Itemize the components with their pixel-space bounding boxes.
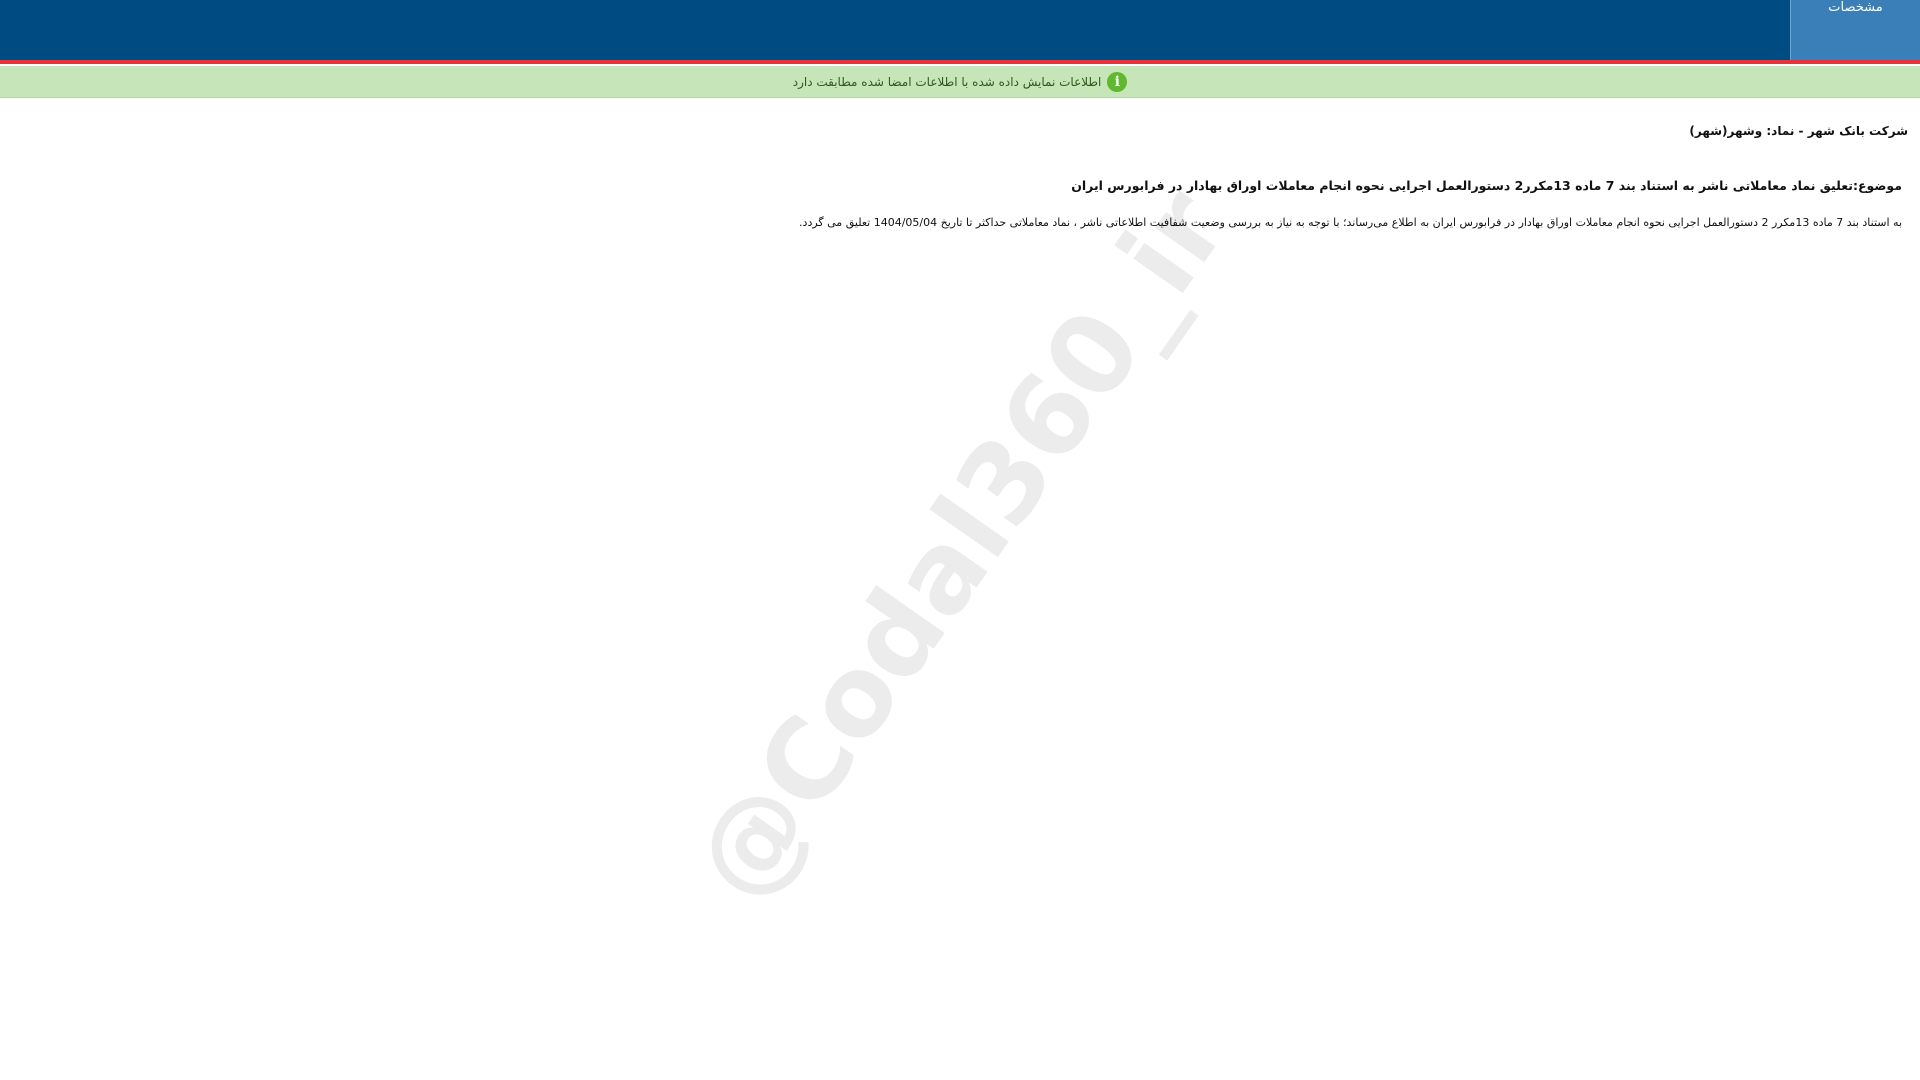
info-icon: i [1107, 71, 1128, 92]
verification-notice: i اطلاعات نمایش داده شده با اطلاعات امضا… [0, 66, 1920, 98]
company-symbol-line: شرکت بانک شهر - نماد: وشهر(شهر) [1689, 124, 1908, 138]
watermark: @Codal360_ir [668, 166, 1252, 924]
header-accent-line [0, 60, 1920, 64]
top-header-bar: مشخصات [0, 0, 1920, 62]
tab-specifications-label: مشخصات [1828, 0, 1883, 15]
page: مشخصات i اطلاعات نمایش داده شده با اطلاع… [0, 0, 1920, 1080]
tab-specifications[interactable]: مشخصات [1790, 0, 1920, 62]
notice-text: اطلاعات نمایش داده شده با اطلاعات امضا ش… [792, 74, 1102, 89]
announcement-subject: موضوع:تعلیق نماد معاملاتی ناشر به استناد… [1071, 178, 1902, 193]
announcement-body: به استناد بند 7 ماده 13مکرر 2 دستورالعمل… [799, 216, 1902, 229]
